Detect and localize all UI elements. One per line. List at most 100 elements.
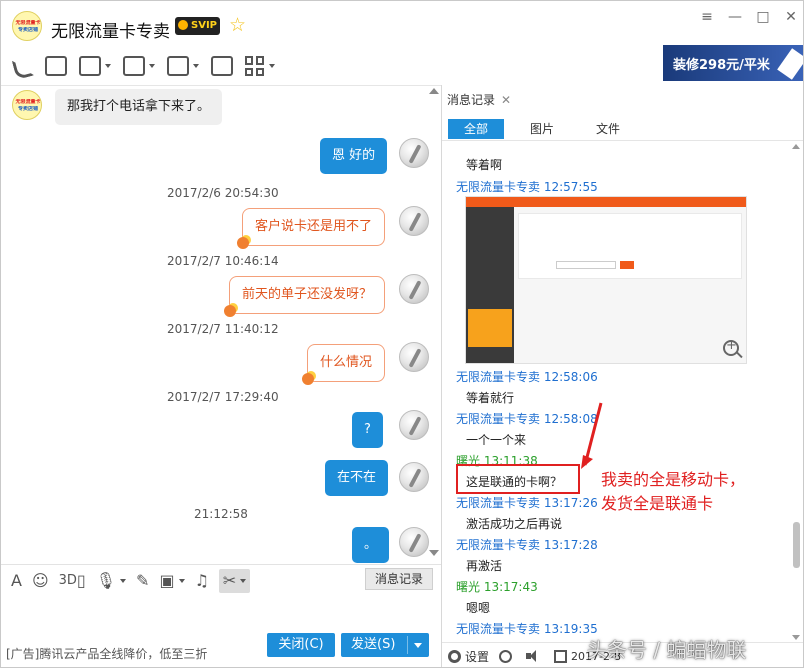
zoom-in-icon[interactable] [723, 338, 739, 356]
history-scrollbar[interactable] [792, 142, 801, 642]
chevron-down-icon [149, 64, 155, 68]
file-transfer-button[interactable] [123, 52, 155, 80]
sender-name: 无限流量卡专卖 [456, 412, 541, 426]
screenshot-button[interactable]: ✂ [218, 568, 251, 593]
message-history-toggle[interactable]: 消息记录 [365, 568, 433, 590]
calendar-icon [554, 649, 568, 663]
maximize-button[interactable]: □ [755, 9, 771, 25]
chevron-down-icon [193, 64, 199, 68]
star-icon[interactable]: ☆ [229, 15, 246, 35]
message-bubble-sent[interactable]: 。 [352, 527, 390, 563]
message-bubble-sent[interactable]: ? [352, 412, 383, 448]
history-sender: 无限流量卡专卖 12:58:06 [456, 368, 598, 385]
history-tab[interactable]: 消息记录 ✕ [447, 89, 511, 111]
scrollbar-thumb[interactable] [793, 522, 800, 568]
history-sender: 无限流量卡专卖 13:17:28 [456, 536, 598, 553]
my-avatar[interactable] [399, 462, 429, 492]
voice-call-button[interactable] [11, 52, 33, 80]
contact-avatar[interactable]: 无限流量卡 专卖店铺 [12, 11, 42, 41]
annotation-highlight-box [456, 464, 580, 494]
audio-button[interactable] [526, 650, 544, 662]
video-call-button[interactable] [45, 52, 67, 80]
my-avatar[interactable] [399, 274, 429, 304]
message-timestamp: 2017/2/7 10:46:14 [167, 254, 279, 268]
sender-time: 13:17:28 [543, 538, 598, 552]
3d-emoji-button[interactable]: 3D ▯ [59, 569, 86, 593]
history-image-thumbnail[interactable] [465, 196, 747, 364]
my-avatar[interactable] [399, 206, 429, 236]
gear-icon [448, 649, 461, 663]
partner-avatar[interactable]: 无限流量卡 专卖店铺 [12, 90, 42, 120]
scroll-up-icon[interactable] [792, 144, 800, 149]
add-contact-button[interactable] [211, 52, 233, 80]
collapse-down-icon[interactable] [428, 549, 440, 559]
watermark: 头条号 / 蝙蝠物联 [587, 638, 747, 662]
svip-badge[interactable]: SVIP [175, 17, 220, 35]
remote-desktop-button[interactable] [167, 52, 199, 80]
send-button[interactable]: 发送(S) [341, 633, 429, 657]
history-sender: 无限流量卡专卖 12:58:08 [456, 410, 598, 427]
close-icon[interactable]: ✕ [501, 93, 511, 107]
send-image-button[interactable]: ▣ [159, 569, 185, 593]
history-tab-label: 消息记录 [447, 93, 496, 107]
screen-share-button[interactable] [79, 52, 111, 80]
minimize-button[interactable]: — [727, 9, 743, 25]
message-bubble-sent[interactable]: 前天的单子还没发呀？ [223, 276, 386, 317]
ad-text-link[interactable]: [广告]腾讯云产品全线降价，低至三折 [6, 645, 207, 662]
message-bubble-sent[interactable]: 在不在 [325, 460, 389, 496]
my-avatar[interactable] [399, 342, 429, 372]
menu-button[interactable]: ≡ [699, 9, 715, 25]
annotation-text: 我卖的全是移动卡， 发货全是联通卡 [601, 468, 745, 516]
annotation-arrow [581, 402, 603, 469]
brush-icon [777, 48, 803, 80]
close-window-button[interactable]: ✕ [783, 9, 799, 25]
app-grid-icon [245, 56, 265, 76]
filter-tab-images[interactable]: 图片 [514, 119, 570, 139]
history-list[interactable]: 等着啊 无限流量卡专卖 12:57:55 无限流量卡专卖 12:58:06 等着… [442, 142, 803, 642]
add-contact-icon [211, 56, 233, 76]
speaker-icon [526, 650, 540, 662]
chevron-down-icon [178, 578, 185, 583]
filter-tab-all[interactable]: 全部 [448, 119, 504, 139]
message-timestamp: 2017/2/7 17:29:40 [167, 390, 279, 404]
my-avatar[interactable] [399, 138, 429, 168]
sender-name: 无限流量卡专卖 [456, 622, 541, 636]
collapse-up-icon[interactable] [428, 87, 440, 97]
settings-button[interactable]: 设置 [448, 648, 489, 665]
message-timestamp: 21:12:58 [194, 507, 248, 521]
history-sender: 无限流量卡专卖 12:57:55 [456, 178, 598, 195]
music-button[interactable]: ♫ [195, 569, 209, 593]
chat-window: 无限流量卡 专卖店铺 无限流量卡专卖 SVIP ☆ ≡ — □ ✕ 装修298元… [0, 0, 804, 668]
remote-desktop-icon [167, 56, 189, 76]
my-avatar[interactable] [399, 410, 429, 440]
font-button[interactable]: A [11, 569, 22, 593]
history-sender: 曙光 13:17:43 [456, 578, 538, 595]
scissors-icon: ✂ [222, 570, 237, 590]
ad-banner[interactable]: 装修298元/平米 [663, 45, 803, 81]
voice-message-button[interactable]: 🎙 [96, 569, 127, 593]
my-avatar[interactable] [399, 527, 429, 557]
search-history-button[interactable] [499, 649, 516, 663]
send-button-separator [407, 636, 408, 654]
message-area[interactable]: 无限流量卡 专卖店铺 那我打个电话拿下来了。 恩 好的 2017/2/6 20:… [1, 85, 441, 563]
chevron-down-icon [105, 64, 111, 68]
scroll-down-icon[interactable] [792, 635, 800, 640]
contact-name[interactable]: 无限流量卡专卖 [51, 17, 170, 42]
sender-name: 无限流量卡专卖 [456, 538, 541, 552]
emoji-button[interactable]: ☺ [32, 569, 49, 593]
filter-tab-files[interactable]: 文件 [580, 119, 636, 139]
screen-share-icon [79, 56, 101, 76]
doodle-button[interactable]: ✎ [136, 569, 149, 593]
thumb-topbar [466, 197, 746, 207]
sender-name: 无限流量卡专卖 [456, 496, 541, 510]
message-bubble-sent[interactable]: 什么情况 [301, 344, 386, 385]
message-bubble-sent[interactable]: 客户说卡还是用不了 [236, 208, 386, 249]
history-message: 一个一个来 [466, 433, 527, 447]
close-button[interactable]: 关闭(C) [267, 633, 335, 657]
chevron-down-icon[interactable] [414, 643, 422, 648]
apps-button[interactable] [245, 52, 275, 80]
message-bubble-sent[interactable]: 恩 好的 [320, 138, 388, 174]
message-bubble-received[interactable]: 那我打个电话拿下来了。 [55, 89, 223, 125]
message-timestamp: 2017/2/6 20:54:30 [167, 186, 279, 200]
message-timestamp: 2017/2/7 11:40:12 [167, 322, 279, 336]
